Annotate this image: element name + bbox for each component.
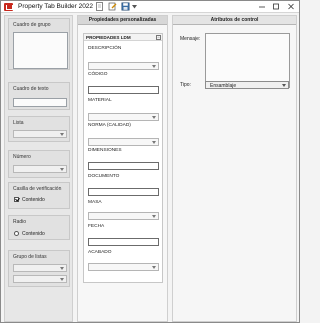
text-box-preview <box>13 98 67 107</box>
type-select[interactable]: Ensamblaje <box>205 81 289 89</box>
toolbox-item-radio[interactable]: Radio Contenido <box>8 215 70 240</box>
control-toolbox: Cuadro de grupo Cuadro de texto Lista Nú… <box>4 15 73 322</box>
group-box-preview <box>13 32 68 69</box>
document-field[interactable] <box>88 188 159 196</box>
checkbox-option-text: Contenido <box>22 197 45 203</box>
toolbox-item-list-group[interactable]: Grupo de listas <box>8 250 70 287</box>
number-label: Número <box>13 154 31 160</box>
toolbox-item-number[interactable]: Número <box>8 150 70 178</box>
new-document-icon[interactable] <box>95 2 104 11</box>
maximize-icon[interactable] <box>269 1 283 12</box>
date-field[interactable] <box>88 238 159 246</box>
material-label: MATERIAL <box>88 98 112 103</box>
bom-properties-title: PROPIEDADES LDM <box>86 35 131 40</box>
control-attributes-panel: Atributos de control Mensaje: Tipo: Ensa… <box>172 15 297 322</box>
list-preview-select <box>13 130 67 138</box>
type-select-value: Ensamblaje <box>210 83 237 89</box>
toolbox-item-list[interactable]: Lista <box>8 116 70 142</box>
material-select[interactable] <box>88 113 159 121</box>
code-field[interactable] <box>88 86 159 94</box>
title-bar: Property Tab Builder 2022 <box>1 1 299 13</box>
date-label: FECHA <box>88 224 105 229</box>
window-title: Property Tab Builder 2022 <box>18 3 94 10</box>
radio-label: Radio <box>13 219 27 225</box>
dimensions-field[interactable] <box>88 162 159 170</box>
close-icon[interactable] <box>284 1 298 12</box>
text-box-label: Cuadro de texto <box>13 86 49 92</box>
list-label: Lista <box>13 120 24 126</box>
quality-standard-select[interactable] <box>88 138 159 146</box>
toolbox-item-text-box[interactable]: Cuadro de texto <box>8 82 70 110</box>
minimize-icon[interactable] <box>255 1 269 12</box>
code-label: CÓDIGO <box>88 72 108 77</box>
open-edit-icon[interactable] <box>108 2 117 11</box>
checkmark-icon[interactable] <box>14 197 19 202</box>
quality-standard-label: NORMA (CALIDAD) <box>88 123 131 128</box>
radio-button[interactable] <box>14 231 19 236</box>
group-box-label: Cuadro de grupo <box>13 22 51 28</box>
list-group-preview-select-2 <box>13 275 67 283</box>
list-group-preview-select-1 <box>13 264 67 272</box>
toolbox-item-group-box[interactable]: Cuadro de grupo <box>8 18 70 70</box>
list-group-label: Grupo de listas <box>13 254 47 260</box>
bom-properties-group[interactable]: PROPIEDADES LDM DESCRIPCIÓN CÓDIGO MATER… <box>83 33 163 283</box>
checkbox-label: Casilla de verificación <box>13 186 62 192</box>
radio-option-text: Contenido <box>22 231 45 237</box>
custom-properties-panel: Propiedades personalizadas PROPIEDADES L… <box>77 15 168 322</box>
number-preview-select <box>13 165 67 173</box>
mass-select[interactable] <box>88 212 159 220</box>
mass-label: MASA <box>88 200 102 205</box>
app-logo-icon <box>4 3 13 11</box>
type-label: Tipo: <box>180 82 191 88</box>
toolbox-item-checkbox[interactable]: Casilla de verificación Contenido <box>8 182 70 209</box>
control-attributes-header: Atributos de control <box>173 16 296 25</box>
finish-select[interactable] <box>88 263 159 271</box>
message-textarea[interactable] <box>205 33 290 88</box>
bom-properties-group-header: PROPIEDADES LDM <box>84 34 162 41</box>
finish-label: ACABADO <box>88 250 112 255</box>
description-select[interactable] <box>88 62 159 70</box>
save-icon[interactable] <box>121 2 130 11</box>
description-label: DESCRIPCIÓN <box>88 46 122 51</box>
dropdown-arrow-icon[interactable] <box>132 5 137 9</box>
message-label: Mensaje: <box>180 36 201 42</box>
collapse-icon[interactable] <box>156 35 161 40</box>
dimensions-label: DIMENSIONES <box>88 148 122 153</box>
property-tab-builder-window: Property Tab Builder 2022 Cuadro de grup… <box>0 0 300 323</box>
document-label: DOCUMENTO <box>88 174 120 179</box>
custom-properties-header: Propiedades personalizadas <box>78 16 167 25</box>
